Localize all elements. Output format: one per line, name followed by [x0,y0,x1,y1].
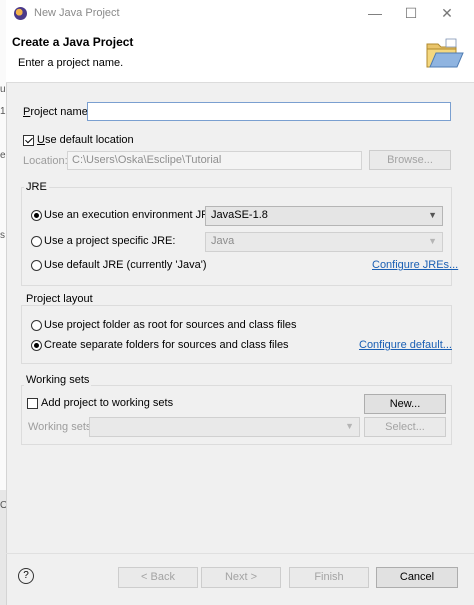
configure-default-link[interactable]: Configure default... [359,339,452,351]
use-default-location-label-text: se default location [44,134,134,146]
default-jre-radio[interactable] [31,260,42,271]
project-root-radio[interactable] [31,320,42,331]
background-text: Oc [0,500,6,511]
configure-jres-link[interactable]: Configure JREs... [372,259,458,271]
finish-button[interactable]: Finish [289,567,369,588]
wizard-title: Create a Java Project [12,35,134,49]
new-project-folder-icon [426,38,464,68]
project-layout-group [21,305,452,364]
wizard-header: Create a Java Project Enter a project na… [6,27,474,83]
background-text: e [0,150,6,161]
specific-jre-value: Java [211,235,235,247]
next-button[interactable]: Next > [201,567,281,588]
background-text: u [0,84,6,95]
separate-folders-label: Create separate folders for sources and … [44,339,289,351]
background-text: 1 [0,106,6,117]
help-icon[interactable]: ? [18,568,34,584]
close-button[interactable]: ✕ [434,4,460,22]
specific-jre-label: Use a project specific JRE: [44,235,176,247]
project-root-label: Use project folder as root for sources a… [44,319,297,331]
background-text: s [0,230,5,241]
working-sets-label: Working sets: [28,421,95,433]
wizard-message: Enter a project name. [18,57,124,69]
exec-env-label: Use an execution environment JRE: [44,209,220,221]
use-default-location-label: Use default location [37,134,134,146]
window-title: New Java Project [34,7,120,19]
maximize-button[interactable]: ☐ [398,4,424,22]
browse-button[interactable]: Browse... [369,150,451,170]
cancel-button[interactable]: Cancel [376,567,458,588]
working-sets-title: Working sets [24,374,92,386]
use-default-location-checkbox[interactable] [23,135,34,146]
back-button[interactable]: < Back [118,567,198,588]
working-sets-select[interactable]: ▼ [89,417,360,437]
select-working-sets-button[interactable]: Select... [364,417,446,437]
eclipse-icon [14,7,27,20]
specific-jre-radio[interactable] [31,236,42,247]
add-to-working-sets-checkbox[interactable] [27,398,38,409]
jre-group-title: JRE [24,181,49,193]
use-default-location-mnemonic: U [37,134,45,146]
new-working-set-button[interactable]: New... [364,394,446,414]
chevron-down-icon: ▼ [428,210,437,220]
chevron-down-icon: ▼ [345,421,354,431]
specific-jre-select[interactable]: Java ▼ [205,232,443,252]
location-label: Location: [23,155,68,167]
separate-folders-radio[interactable] [31,340,42,351]
default-jre-label: Use default JRE (currently 'Java') [44,259,207,271]
exec-env-radio[interactable] [31,210,42,221]
footer-separator [6,553,474,554]
exec-env-select[interactable]: JavaSE-1.8 ▼ [205,206,443,226]
project-name-label: Project name: [23,106,91,118]
minimize-button[interactable]: — [362,4,388,22]
project-layout-title: Project layout [24,293,95,305]
chevron-down-icon: ▼ [428,236,437,246]
add-to-working-sets-label: Add project to working sets [41,397,174,409]
project-name-label-text: roject name: [30,106,91,118]
project-name-input[interactable] [87,102,451,121]
exec-env-value: JavaSE-1.8 [211,209,268,221]
location-field[interactable]: C:\Users\Oska\Esclipe\Tutorial [67,151,362,170]
title-bar[interactable]: New Java Project — ☐ ✕ [6,0,474,27]
